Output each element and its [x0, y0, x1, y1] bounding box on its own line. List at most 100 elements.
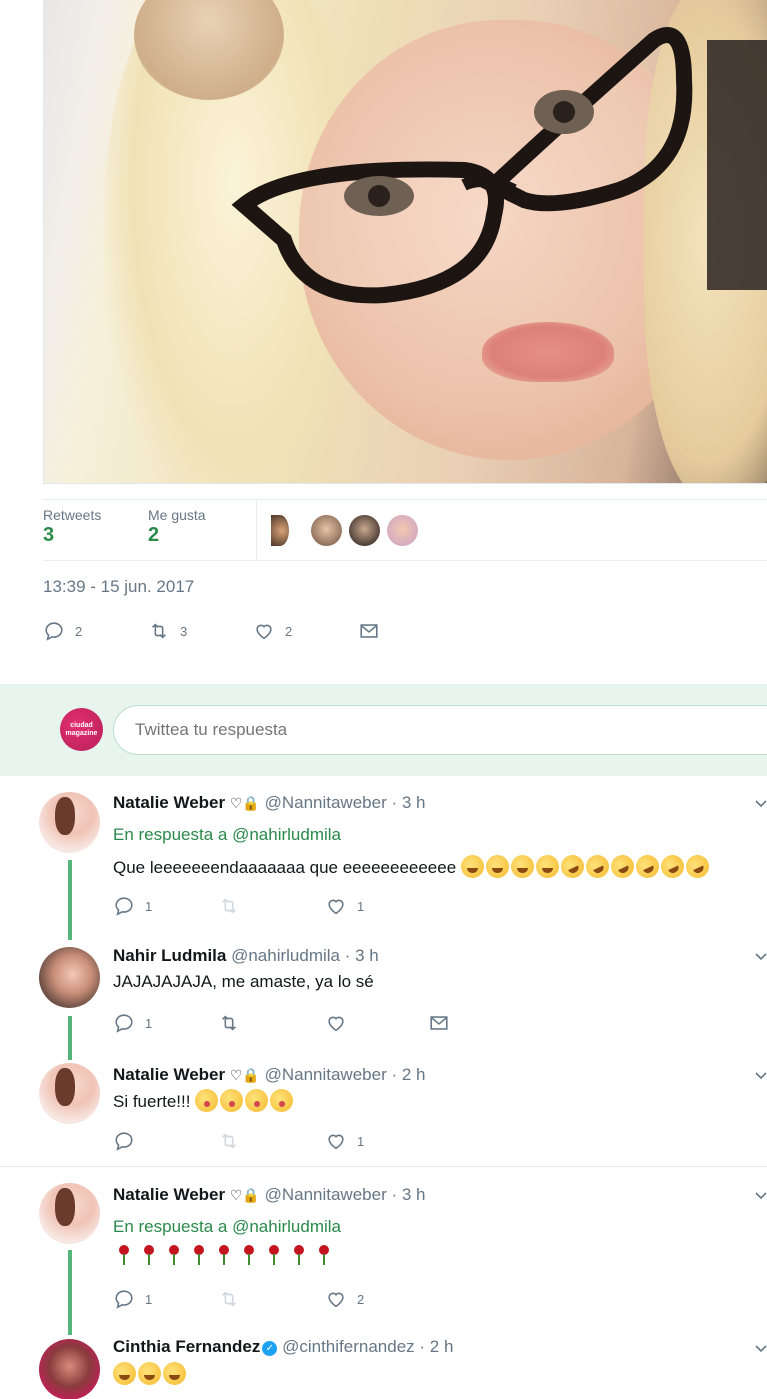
author-handle[interactable]: @Nannitaweber — [265, 1185, 387, 1204]
reply-action[interactable]: 1 — [113, 895, 152, 917]
verified-badge-icon: ✓ — [262, 1341, 278, 1356]
retweet-icon — [222, 1133, 236, 1149]
reply-action[interactable] — [113, 1130, 135, 1152]
thread-line — [68, 1016, 72, 1060]
rofl-emoji — [607, 851, 638, 882]
in-reply-to: En respuesta a @nahirludmila — [113, 825, 341, 845]
like-count: 1 — [357, 1133, 365, 1149]
reply-icon — [115, 1132, 133, 1151]
tweet-text-content: Que leeeeeeendaaaaaaa que eeeeeeeeeeee — [113, 858, 457, 877]
kiss-emoji — [270, 1089, 294, 1112]
tweet-time[interactable]: · 3 h — [345, 946, 379, 965]
retweet-icon — [222, 898, 236, 914]
chevron-down-icon[interactable] — [755, 1190, 767, 1202]
retweets-stat[interactable]: Retweets 3 — [43, 507, 101, 547]
thread-line — [68, 1250, 72, 1335]
avatar[interactable] — [39, 792, 100, 853]
avatar[interactable] — [39, 1183, 100, 1244]
retweet-action[interactable] — [218, 1288, 240, 1310]
chevron-down-icon[interactable] — [755, 798, 767, 810]
liker-avatar[interactable] — [311, 515, 342, 546]
author-handle[interactable]: @Nannitaweber — [265, 793, 387, 812]
reply-action[interactable]: 1 — [113, 1012, 152, 1034]
reply-input[interactable] — [113, 705, 767, 755]
heart-lock-icon: ♡🔒 — [229, 1067, 260, 1083]
tweet-text: Que leeeeeeendaaaaaaa que eeeeeeeeeeee — [113, 851, 713, 882]
chevron-down-icon[interactable] — [755, 951, 767, 963]
author-name[interactable]: Cinthia Fernandez — [113, 1337, 260, 1356]
author-handle[interactable]: @nahirludmila — [231, 946, 340, 965]
tears-of-joy-emoji — [163, 1362, 186, 1385]
avatar[interactable] — [39, 947, 100, 1008]
like-action[interactable] — [325, 1012, 347, 1034]
like-count: 2 — [285, 623, 293, 639]
tweet-time[interactable]: · 2 h — [391, 1065, 425, 1084]
tweet-text-content: Si fuerte!!! — [113, 1092, 191, 1111]
direct-message-action[interactable] — [358, 620, 380, 642]
rofl-emoji — [557, 851, 588, 882]
reply-tweet[interactable]: Natalie Weber ♡🔒 @Nannitaweber · 3 h En … — [0, 790, 767, 940]
like-action[interactable]: 2 — [253, 620, 292, 642]
liker-avatar[interactable] — [387, 515, 418, 546]
tweet-time[interactable]: · 3 h — [391, 1185, 425, 1204]
stats-divider — [256, 500, 257, 560]
likes-stat[interactable]: Me gusta 2 — [148, 507, 206, 547]
liker-avatar[interactable] — [271, 515, 289, 546]
reply-tweet[interactable]: Nahir Ludmila @nahirludmila · 3 h JAJAJA… — [0, 940, 767, 1060]
reply-count: 1 — [145, 1015, 153, 1031]
tweet-header: Natalie Weber ♡🔒 @Nannitaweber · 3 h — [113, 793, 426, 813]
retweet-action[interactable] — [218, 1130, 240, 1152]
tears-of-joy-emoji — [485, 855, 509, 878]
retweet-action[interactable] — [218, 1012, 240, 1034]
author-handle[interactable]: @cinthifernandez — [282, 1337, 415, 1356]
like-action[interactable]: 1 — [325, 895, 364, 917]
tweet-actions: 1 — [113, 1130, 513, 1156]
reply-tweet[interactable]: Cinthia Fernandez ✓ @cinthifernandez · 2 … — [0, 1335, 767, 1399]
reply-tweet[interactable]: Natalie Weber ♡🔒 @Nannitaweber · 2 h Si … — [0, 1060, 767, 1166]
rose-emoji — [313, 1243, 335, 1267]
tweet-header: Nahir Ludmila @nahirludmila · 3 h — [113, 946, 379, 966]
envelope-icon — [430, 1016, 448, 1030]
reply-mention[interactable]: @nahirludmila — [232, 1217, 341, 1236]
like-action[interactable]: 1 — [325, 1130, 364, 1152]
tweet-photo[interactable] — [43, 0, 767, 484]
reply-mention[interactable]: @nahirludmila — [232, 825, 341, 844]
like-action[interactable]: 2 — [325, 1288, 364, 1310]
reply-action[interactable]: 2 — [43, 620, 82, 642]
rose-emoji — [238, 1243, 260, 1267]
tweet-text — [113, 1362, 188, 1385]
thread-line — [68, 860, 72, 940]
chevron-down-icon[interactable] — [755, 1343, 767, 1355]
heart-icon — [328, 1134, 344, 1150]
reply-tweet[interactable]: Natalie Weber ♡🔒 @Nannitaweber · 3 h En … — [0, 1180, 767, 1335]
retweets-count: 3 — [43, 524, 55, 546]
direct-message-action[interactable] — [428, 1012, 450, 1034]
rose-emoji — [288, 1243, 310, 1267]
author-name[interactable]: Natalie Weber — [113, 793, 225, 812]
likes-label: Me gusta — [148, 507, 206, 523]
tweet-header: Natalie Weber ♡🔒 @Nannitaweber · 3 h — [113, 1185, 426, 1205]
avatar[interactable] — [39, 1063, 100, 1124]
retweet-action[interactable] — [218, 895, 240, 917]
author-handle[interactable]: @Nannitaweber — [265, 1065, 387, 1084]
tweet-time[interactable]: · 2 h — [419, 1337, 453, 1356]
reply-action[interactable]: 1 — [113, 1288, 152, 1310]
liker-avatar[interactable] — [349, 515, 380, 546]
heart-icon — [328, 899, 344, 915]
tears-of-joy-emoji — [460, 855, 484, 878]
tweet-header: Natalie Weber ♡🔒 @Nannitaweber · 2 h — [113, 1065, 426, 1085]
tweet-timestamp[interactable]: 13:39 - 15 jun. 2017 — [43, 577, 194, 597]
kiss-emoji — [220, 1089, 244, 1112]
like-count: 2 — [357, 1291, 365, 1307]
tears-of-joy-emoji — [113, 1362, 136, 1385]
rose-emoji — [113, 1243, 135, 1267]
author-name[interactable]: Natalie Weber — [113, 1185, 225, 1204]
retweet-action[interactable]: 3 — [148, 620, 187, 642]
author-name[interactable]: Natalie Weber — [113, 1065, 225, 1084]
retweet-icon — [222, 1015, 236, 1031]
chevron-down-icon[interactable] — [755, 1070, 767, 1082]
tears-of-joy-emoji — [510, 855, 534, 878]
tweet-time[interactable]: · 3 h — [391, 793, 425, 812]
author-name[interactable]: Nahir Ludmila — [113, 946, 226, 965]
avatar[interactable] — [39, 1339, 100, 1399]
